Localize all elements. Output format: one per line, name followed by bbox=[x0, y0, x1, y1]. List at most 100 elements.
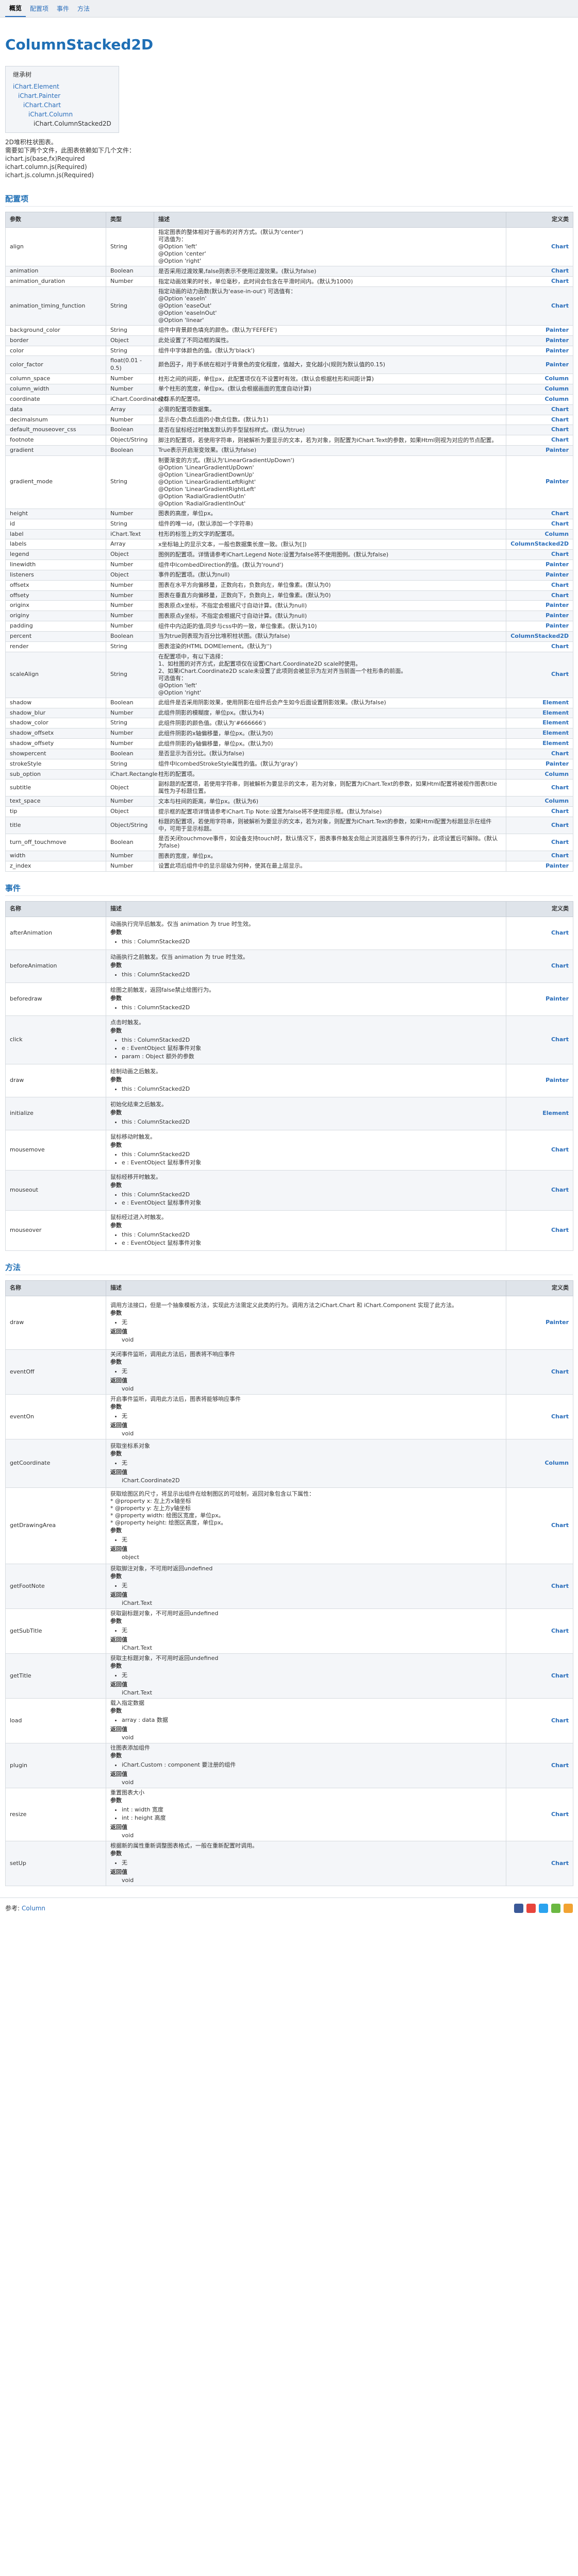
defined-in-link[interactable]: Painter bbox=[506, 1064, 573, 1098]
param-list: 无 bbox=[110, 1318, 502, 1327]
defined-in-link[interactable]: Chart bbox=[506, 414, 573, 426]
defined-in-link[interactable]: Chart bbox=[506, 276, 573, 287]
defined-in-link[interactable]: Element bbox=[506, 728, 573, 739]
defined-in-link[interactable]: Chart bbox=[506, 851, 573, 861]
defined-in-link[interactable]: Chart bbox=[506, 1698, 573, 1744]
defined-in-link[interactable]: Chart bbox=[506, 1487, 573, 1565]
defined-in-link[interactable]: Element bbox=[506, 1097, 573, 1131]
inheritance-node[interactable]: iChart.Column bbox=[13, 110, 111, 119]
defined-in-link[interactable]: Painter bbox=[506, 345, 573, 357]
defined-in-link[interactable]: Column bbox=[506, 796, 573, 807]
defined-in-link[interactable]: Chart bbox=[506, 748, 573, 759]
defined-in-link[interactable]: Chart bbox=[506, 1564, 573, 1609]
defined-in-link[interactable]: Chart bbox=[506, 779, 573, 797]
param-name: sub_option bbox=[5, 769, 106, 780]
table-row: animation Boolean 是否采用过渡效果,false则表示不使用过渡效果… bbox=[5, 266, 573, 277]
defined-in-link[interactable]: Chart bbox=[506, 580, 573, 591]
inheritance-node[interactable]: iChart.Painter bbox=[13, 91, 111, 100]
nav-config[interactable]: 配置项 bbox=[26, 0, 53, 18]
defined-in-link[interactable]: Column bbox=[506, 374, 573, 384]
param-name: animation bbox=[5, 266, 106, 277]
defined-in-link[interactable]: Chart bbox=[506, 1015, 573, 1065]
defined-in-link[interactable]: Painter bbox=[506, 335, 573, 346]
defined-in-link[interactable]: Chart bbox=[506, 1210, 573, 1251]
return-label: 返回值 bbox=[110, 1681, 127, 1688]
param-desc: 此组件阴影的模糊度，单位px。(默认为4) bbox=[154, 707, 506, 719]
defined-in-link[interactable]: Chart bbox=[506, 1653, 573, 1699]
defined-in-link[interactable]: Chart bbox=[506, 590, 573, 601]
defined-in-link[interactable]: Chart bbox=[506, 817, 573, 835]
nav-overview[interactable]: 概览 bbox=[5, 1, 26, 17]
defined-in-link[interactable]: Chart bbox=[506, 435, 573, 446]
defined-in-link[interactable]: Chart bbox=[506, 425, 573, 436]
defined-in-link[interactable]: Painter bbox=[506, 569, 573, 581]
nav-methods[interactable]: 方法 bbox=[73, 0, 94, 18]
defined-in-link[interactable]: Chart bbox=[506, 950, 573, 984]
defined-in-link[interactable]: Column bbox=[506, 394, 573, 405]
table-row: shadow_offsety Number 此组件阴影的y轴偏移量，单位px。(默认… bbox=[5, 738, 573, 749]
defined-in-link[interactable]: Chart bbox=[506, 1394, 573, 1440]
share-icon[interactable] bbox=[526, 1903, 536, 1913]
table-row: originy Number 图表原点y坐标，不指定会根据尺寸自动计算。(默认为nu… bbox=[5, 611, 573, 622]
defined-in-link[interactable]: Painter bbox=[506, 355, 573, 375]
defined-in-link[interactable]: Column bbox=[506, 383, 573, 395]
defined-in-link[interactable]: Column bbox=[506, 769, 573, 780]
col-header: 描述 bbox=[106, 1280, 506, 1297]
share-icon[interactable] bbox=[564, 1903, 573, 1913]
param-name: tip bbox=[5, 806, 106, 818]
defined-in-link[interactable]: Chart bbox=[506, 1788, 573, 1842]
defined-in-link[interactable]: Painter bbox=[506, 621, 573, 632]
defined-in-link[interactable]: Chart bbox=[506, 508, 573, 519]
table-row: getSubTitle获取副标题对象，不可用时返回undefined参数无返回值… bbox=[5, 1608, 573, 1654]
defined-in-link[interactable]: Painter bbox=[506, 758, 573, 770]
defined-in-link[interactable]: Chart bbox=[506, 1349, 573, 1395]
defined-in-link[interactable]: Chart bbox=[506, 518, 573, 530]
defined-in-link[interactable]: Chart bbox=[506, 1743, 573, 1789]
defined-in-link[interactable]: Chart bbox=[506, 286, 573, 326]
inheritance-node[interactable]: iChart.Element bbox=[13, 82, 111, 91]
defined-in-link[interactable]: Chart bbox=[506, 266, 573, 277]
defined-in-link[interactable]: Chart bbox=[506, 404, 573, 415]
defined-in-link[interactable]: Element bbox=[506, 718, 573, 729]
defined-in-link[interactable]: ColumnStacked2D bbox=[506, 539, 573, 550]
defined-in-link[interactable]: Element bbox=[506, 697, 573, 708]
defined-in-link[interactable]: Element bbox=[506, 707, 573, 719]
defined-in-link[interactable]: Chart bbox=[506, 834, 573, 852]
inheritance-node[interactable]: iChart.Chart bbox=[13, 100, 111, 110]
defined-in-link[interactable]: Chart bbox=[506, 651, 573, 698]
methods-heading: 方法 bbox=[5, 1262, 573, 1276]
method-name: getCoordinate bbox=[5, 1439, 106, 1488]
defined-in-link[interactable]: Painter bbox=[506, 560, 573, 570]
defined-in-link[interactable]: Chart bbox=[506, 1130, 573, 1171]
defined-in-link[interactable]: Chart bbox=[506, 917, 573, 951]
defined-in-link[interactable]: Painter bbox=[506, 455, 573, 509]
defined-in-link[interactable]: Element bbox=[506, 738, 573, 749]
defined-in-link[interactable]: Painter bbox=[506, 611, 573, 622]
defined-in-link[interactable]: Painter bbox=[506, 445, 573, 456]
share-icon[interactable] bbox=[551, 1903, 560, 1913]
table-row: animation_timing_function String 指定动画的动力函数… bbox=[5, 286, 573, 326]
defined-in-link[interactable]: Painter bbox=[506, 600, 573, 612]
defined-in-link[interactable]: Column bbox=[506, 1439, 573, 1488]
defined-in-link[interactable]: Chart bbox=[506, 227, 573, 267]
share-icon[interactable] bbox=[539, 1903, 548, 1913]
defined-in-link[interactable]: Painter bbox=[506, 982, 573, 1016]
defined-in-link[interactable]: ColumnStacked2D bbox=[506, 631, 573, 642]
defined-in-link[interactable]: Chart bbox=[506, 549, 573, 561]
share-icon[interactable] bbox=[514, 1903, 523, 1913]
defined-in-link[interactable]: Painter bbox=[506, 860, 573, 872]
defined-in-link[interactable]: Chart bbox=[506, 1841, 573, 1887]
nav-events[interactable]: 事件 bbox=[53, 0, 73, 18]
param-desc: 副标题的配置项，若使用字符串，则被解析为要显示的文本，若为对象，则配置为iCha… bbox=[154, 779, 506, 797]
param-list: this : ColumnStacked2D bbox=[110, 1118, 502, 1126]
defined-in-link[interactable]: Chart bbox=[506, 806, 573, 818]
footer-link[interactable]: Column bbox=[22, 1904, 45, 1912]
param-desc: 是否采用过渡效果,false则表示不使用过渡效果。(默认为false) bbox=[154, 266, 506, 277]
param-type: Number bbox=[106, 508, 154, 519]
defined-in-link[interactable]: Painter bbox=[506, 325, 573, 336]
defined-in-link[interactable]: Chart bbox=[506, 1608, 573, 1654]
defined-in-link[interactable]: Column bbox=[506, 529, 573, 540]
defined-in-link[interactable]: Chart bbox=[506, 1170, 573, 1211]
defined-in-link[interactable]: Painter bbox=[506, 1296, 573, 1350]
defined-in-link[interactable]: Chart bbox=[506, 641, 573, 652]
